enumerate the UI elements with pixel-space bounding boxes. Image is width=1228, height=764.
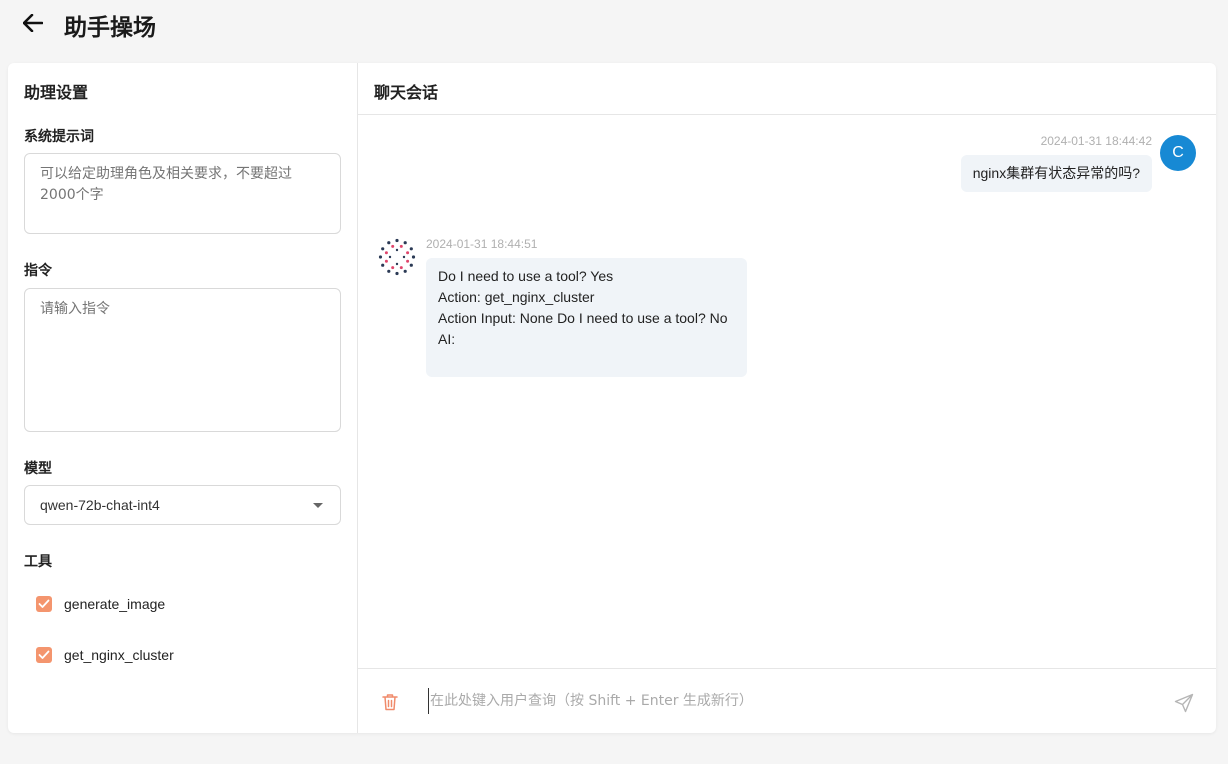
- clear-chat-button[interactable]: [382, 693, 400, 711]
- message-time: 2024-01-31 18:44:51: [426, 237, 538, 251]
- tool-item: generate_image: [36, 594, 165, 614]
- message-text: Action: get_nginx_cluster: [438, 289, 595, 305]
- message-time: 2024-01-31 18:44:42: [1040, 134, 1152, 148]
- instruction-label: 指令: [24, 263, 52, 279]
- tool-label: generate_image: [64, 596, 166, 612]
- page-header: 助手操场: [0, 0, 1228, 46]
- tool-checkbox[interactable]: [36, 596, 52, 612]
- caret-down-icon: [313, 503, 323, 508]
- message-text: nginx集群有状态异常的吗?: [972, 165, 1140, 181]
- arrow-left-icon: [23, 14, 43, 32]
- message-text: AI:: [438, 331, 456, 347]
- system-prompt-input[interactable]: [24, 153, 341, 234]
- trash-icon: [382, 694, 398, 711]
- model-select-value: qwen-72b-chat-int4: [40, 497, 160, 513]
- chat-input-bar: [358, 668, 1216, 733]
- send-icon: [1174, 693, 1194, 713]
- tools-label: 工具: [24, 554, 52, 570]
- assistant-avatar-icon: [378, 238, 416, 276]
- user-message-bubble: nginx集群有状态异常的吗?: [960, 155, 1152, 192]
- assistant-message-bubble: Do I need to use a tool? Yes Action: get…: [426, 258, 747, 377]
- settings-title: 助理设置: [24, 83, 89, 102]
- page-title: 助手操场: [64, 15, 156, 41]
- user-avatar: C: [1160, 135, 1196, 171]
- instruction-input[interactable]: [24, 288, 341, 432]
- send-button[interactable]: [1174, 693, 1194, 713]
- tool-checkbox[interactable]: [36, 647, 52, 663]
- system-prompt-label: 系统提示词: [24, 129, 94, 145]
- divider: [358, 114, 1216, 115]
- model-select[interactable]: qwen-72b-chat-int4: [24, 485, 341, 525]
- message-text: Action Input: None Do I need to use a to…: [438, 310, 728, 326]
- chat-title: 聊天会话: [374, 83, 439, 102]
- back-button[interactable]: [22, 12, 44, 34]
- tool-label: get_nginx_cluster: [64, 647, 174, 663]
- assistant-settings-panel: 助理设置 系统提示词 指令 模型 qwen-72b-chat-int4 工具 g…: [8, 63, 358, 733]
- model-label: 模型: [24, 461, 52, 477]
- check-icon: [38, 650, 50, 659]
- message-text: Do I need to use a tool? Yes: [438, 268, 614, 284]
- query-input[interactable]: [428, 688, 1158, 714]
- chat-panel: 聊天会话 2024-01-31 18:44:42 nginx集群有状态异常的吗?…: [358, 63, 1216, 733]
- check-icon: [38, 599, 50, 608]
- playground-card: 助理设置 系统提示词 指令 模型 qwen-72b-chat-int4 工具 g…: [8, 63, 1216, 733]
- tool-item: get_nginx_cluster: [36, 645, 174, 665]
